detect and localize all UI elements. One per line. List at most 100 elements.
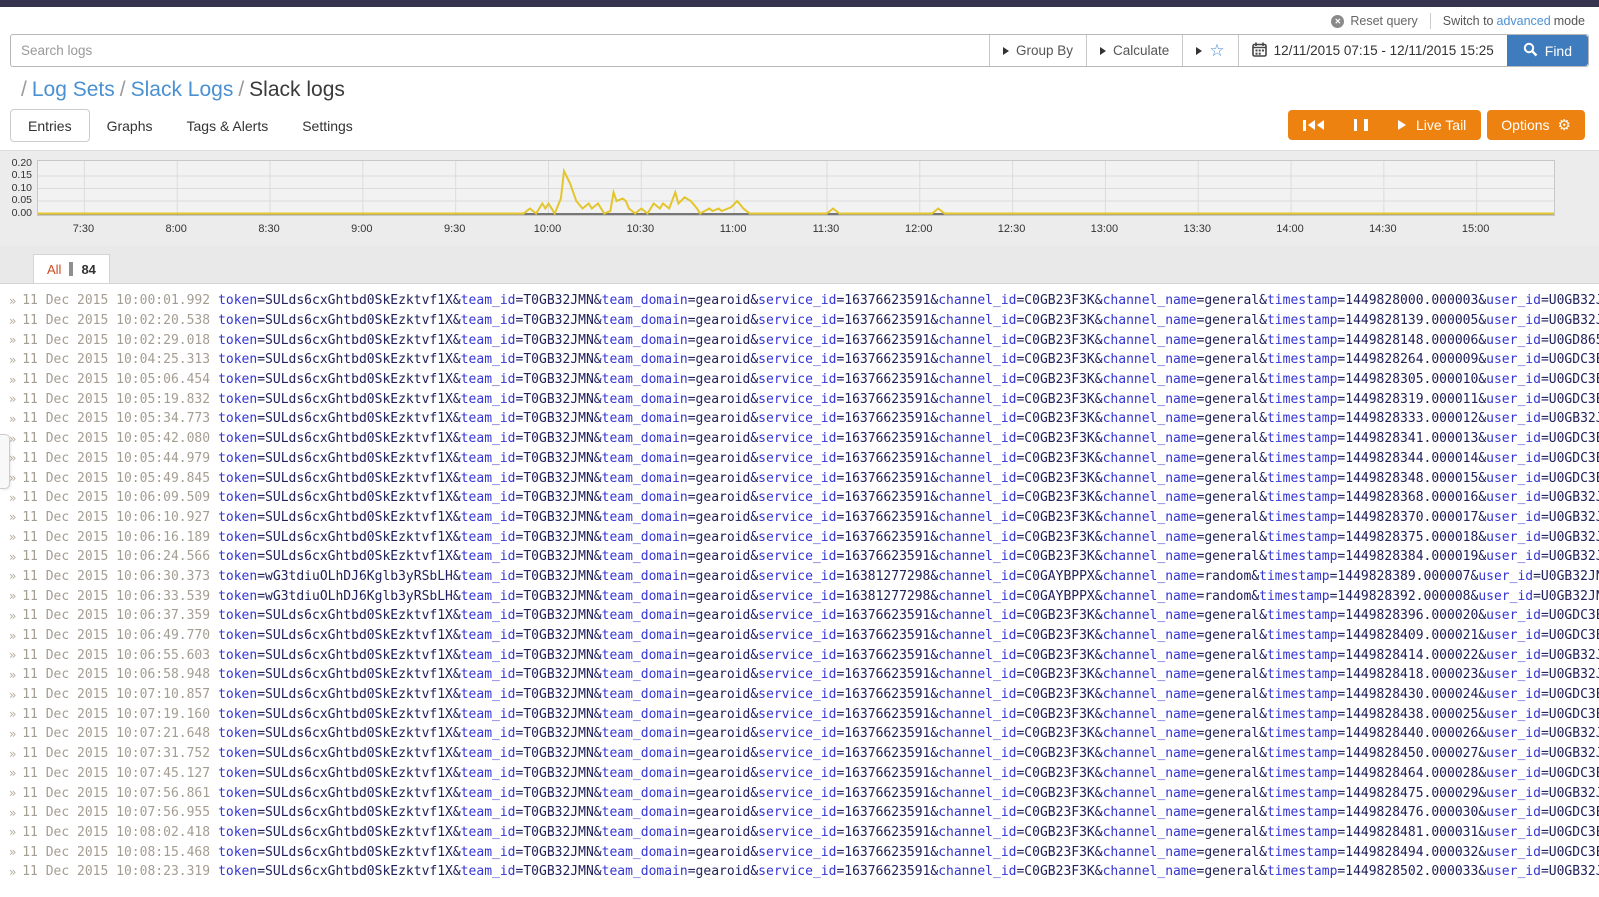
filter-tab-all[interactable]: All 84 [33, 254, 110, 283]
options-button[interactable]: Options ⚙ [1487, 110, 1585, 140]
log-row[interactable]: »11 Dec 2015 10:04:25.313token=SULds6cxG… [0, 350, 1599, 370]
expand-row-icon[interactable]: » [9, 314, 16, 328]
expand-row-icon[interactable]: » [9, 707, 16, 721]
log-row[interactable]: »11 Dec 2015 10:05:44.979token=SULds6cxG… [0, 449, 1599, 469]
expand-row-icon[interactable]: » [9, 609, 16, 623]
calculate-dropdown[interactable]: Calculate [1086, 35, 1182, 66]
log-message: token=wG3tdiuOLhDJ6Kglb3yRSbLH&team_id=T… [218, 569, 1599, 584]
log-row[interactable]: »11 Dec 2015 10:00:01.992token=SULds6cxG… [0, 291, 1599, 311]
log-message: token=SULds6cxGhtbd0SkEzktvf1X&team_id=T… [218, 864, 1599, 879]
log-row[interactable]: »11 Dec 2015 10:05:34.773token=SULds6cxG… [0, 409, 1599, 429]
expand-row-icon[interactable]: » [9, 432, 16, 446]
log-timestamp: 11 Dec 2015 10:05:06.454 [22, 372, 210, 387]
log-timestamp: 11 Dec 2015 10:07:21.648 [22, 726, 210, 741]
log-timestamp: 11 Dec 2015 10:08:15.468 [22, 845, 210, 860]
expand-row-icon[interactable]: » [9, 353, 16, 367]
breadcrumb-log-sets[interactable]: Log Sets [32, 78, 115, 101]
expand-row-icon[interactable]: » [9, 412, 16, 426]
expand-row-icon[interactable]: » [9, 530, 16, 544]
filter-divider [69, 262, 73, 276]
skip-to-start-button[interactable] [1288, 110, 1339, 140]
caret-right-icon[interactable] [1196, 47, 1202, 55]
expand-row-icon[interactable]: » [9, 629, 16, 643]
expand-row-icon[interactable]: » [9, 806, 16, 820]
log-row[interactable]: »11 Dec 2015 10:08:15.468token=SULds6cxG… [0, 842, 1599, 862]
breadcrumb-slack-logs[interactable]: Slack Logs [131, 78, 234, 101]
log-row[interactable]: »11 Dec 2015 10:06:30.373token=wG3tdiuOL… [0, 567, 1599, 587]
tab-entries[interactable]: Entries [10, 109, 90, 142]
star-icon[interactable]: ☆ [1209, 42, 1224, 59]
gear-icon: ⚙ [1558, 118, 1571, 133]
expand-row-icon[interactable]: » [9, 786, 16, 800]
expand-row-icon[interactable]: » [9, 865, 16, 879]
expand-row-icon[interactable]: » [9, 294, 16, 308]
log-row[interactable]: »11 Dec 2015 10:06:10.927token=SULds6cxG… [0, 508, 1599, 528]
log-row[interactable]: »11 Dec 2015 10:07:10.857token=SULds6cxG… [0, 685, 1599, 705]
expand-row-icon[interactable]: » [9, 727, 16, 741]
log-row[interactable]: »11 Dec 2015 10:06:24.566token=SULds6cxG… [0, 547, 1599, 567]
log-message: token=SULds6cxGhtbd0SkEzktvf1X&team_id=T… [218, 707, 1599, 722]
find-button[interactable]: Find [1507, 35, 1588, 66]
expand-row-icon[interactable]: » [9, 569, 16, 583]
expand-row-icon[interactable]: » [9, 688, 16, 702]
log-row[interactable]: »11 Dec 2015 10:07:21.648token=SULds6cxG… [0, 724, 1599, 744]
search-input[interactable] [11, 35, 989, 66]
log-message: token=SULds6cxGhtbd0SkEzktvf1X&team_id=T… [218, 608, 1599, 623]
expand-row-icon[interactable]: » [9, 451, 16, 465]
log-row[interactable]: »11 Dec 2015 10:05:06.454token=SULds6cxG… [0, 370, 1599, 390]
log-row[interactable]: »11 Dec 2015 10:06:49.770token=SULds6cxG… [0, 626, 1599, 646]
log-row[interactable]: »11 Dec 2015 10:06:58.948token=SULds6cxG… [0, 665, 1599, 685]
left-drawer-handle[interactable] [0, 434, 10, 489]
expand-row-icon[interactable]: » [9, 648, 16, 662]
tab-graphs[interactable]: Graphs [90, 109, 170, 142]
tab-bar: EntriesGraphsTags & AlertsSettings [10, 109, 370, 142]
log-row[interactable]: »11 Dec 2015 10:06:37.359token=SULds6cxG… [0, 606, 1599, 626]
log-row[interactable]: »11 Dec 2015 10:07:56.955token=SULds6cxG… [0, 803, 1599, 823]
live-tail-button[interactable]: Live Tail [1383, 110, 1481, 140]
log-row[interactable]: »11 Dec 2015 10:05:42.080token=SULds6cxG… [0, 429, 1599, 449]
log-message: token=SULds6cxGhtbd0SkEzktvf1X&team_id=T… [218, 392, 1599, 407]
log-timestamp: 11 Dec 2015 10:07:31.752 [22, 746, 210, 761]
log-row[interactable]: »11 Dec 2015 10:02:29.018token=SULds6cxG… [0, 330, 1599, 350]
expand-row-icon[interactable]: » [9, 668, 16, 682]
expand-row-icon[interactable]: » [9, 392, 16, 406]
log-row[interactable]: »11 Dec 2015 10:08:23.319token=SULds6cxG… [0, 862, 1599, 882]
log-row[interactable]: »11 Dec 2015 10:05:19.832token=SULds6cxG… [0, 389, 1599, 409]
pause-button[interactable] [1339, 110, 1383, 140]
expand-row-icon[interactable]: » [9, 589, 16, 603]
log-row[interactable]: »11 Dec 2015 10:05:49.845token=SULds6cxG… [0, 468, 1599, 488]
chart-plot-area[interactable] [37, 160, 1555, 216]
top-navy-strip [0, 0, 1599, 7]
log-row[interactable]: »11 Dec 2015 10:07:19.160token=SULds6cxG… [0, 704, 1599, 724]
expand-row-icon[interactable]: » [9, 747, 16, 761]
log-row[interactable]: »11 Dec 2015 10:07:45.127token=SULds6cxG… [0, 764, 1599, 784]
log-row[interactable]: »11 Dec 2015 10:06:09.509token=SULds6cxG… [0, 488, 1599, 508]
tab-settings[interactable]: Settings [285, 109, 370, 142]
tab-tags-alerts[interactable]: Tags & Alerts [170, 109, 286, 142]
expand-row-icon[interactable]: » [9, 550, 16, 564]
expand-row-icon[interactable]: » [9, 845, 16, 859]
expand-row-icon[interactable]: » [9, 491, 16, 505]
log-row[interactable]: »11 Dec 2015 10:02:20.538token=SULds6cxG… [0, 311, 1599, 331]
log-row[interactable]: »11 Dec 2015 10:07:31.752token=SULds6cxG… [0, 744, 1599, 764]
date-range-picker[interactable]: 12/11/2015 07:15 - 12/11/2015 15:25 [1238, 35, 1507, 66]
reset-query-button[interactable]: ✕ Reset query [1331, 14, 1417, 28]
expand-row-icon[interactable]: » [9, 510, 16, 524]
log-row[interactable]: »11 Dec 2015 10:06:16.189token=SULds6cxG… [0, 527, 1599, 547]
expand-row-icon[interactable]: » [9, 373, 16, 387]
caret-right-icon [1100, 47, 1106, 55]
expand-row-icon[interactable]: » [9, 333, 16, 347]
expand-row-icon[interactable]: » [9, 766, 16, 780]
filter-strip: All 84 [0, 246, 1599, 284]
log-row[interactable]: »11 Dec 2015 10:08:02.418token=SULds6cxG… [0, 823, 1599, 843]
expand-row-icon[interactable]: » [9, 471, 16, 485]
advanced-mode-link[interactable]: advanced [1497, 14, 1551, 28]
log-row[interactable]: »11 Dec 2015 10:06:33.539token=wG3tdiuOL… [0, 586, 1599, 606]
log-timestamp: 11 Dec 2015 10:06:24.566 [22, 549, 210, 564]
log-row[interactable]: »11 Dec 2015 10:06:55.603token=SULds6cxG… [0, 645, 1599, 665]
log-row[interactable]: »11 Dec 2015 10:07:56.861token=SULds6cxG… [0, 783, 1599, 803]
expand-row-icon[interactable]: » [9, 825, 16, 839]
group-by-dropdown[interactable]: Group By [989, 35, 1086, 66]
log-timestamp: 11 Dec 2015 10:06:10.927 [22, 510, 210, 525]
log-timestamp: 11 Dec 2015 10:02:20.538 [22, 313, 210, 328]
